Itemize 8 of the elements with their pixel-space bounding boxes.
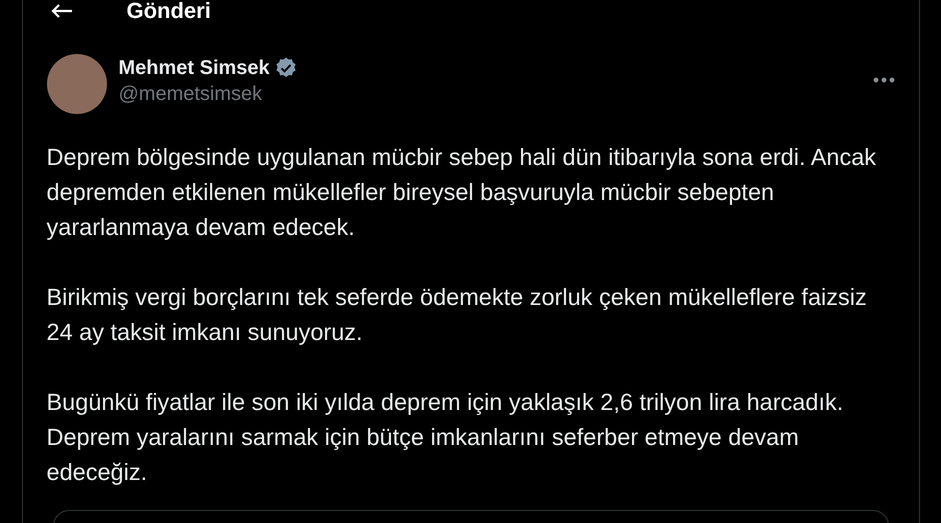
page-title: Gönderi <box>126 0 211 22</box>
back-arrow-icon[interactable] <box>50 4 72 18</box>
post-paragraph: Deprem bölgesinde uygulanan mücbir sebep hali dün itibarıyla sona erdi. Ancak depremden etkilenen mükellefler bireysel başvuruyla mücbir sebepten yararlanmaya devam edecek. <box>46 143 878 242</box>
more-options-icon[interactable] <box>872 77 894 83</box>
post-paragraph: Birikmiş vergi borçlarını tek seferde ödemekte zorluk çeken mükelleflere faizsiz 24 ay taksit imkanı sunuyoruz. <box>46 283 868 347</box>
post-paragraph: Bugünkü fiyatlar ile son iki yılda deprem için yaklaşık 2,6 trilyon lira harcadık. Deprem yaralarını sarmak için bütçe imkanlarını seferber etmeye devam edeceğiz. <box>46 388 844 487</box>
author-handle[interactable]: @memetsimsek <box>118 81 298 107</box>
author-name[interactable]: Mehmet Simsek <box>118 55 270 81</box>
